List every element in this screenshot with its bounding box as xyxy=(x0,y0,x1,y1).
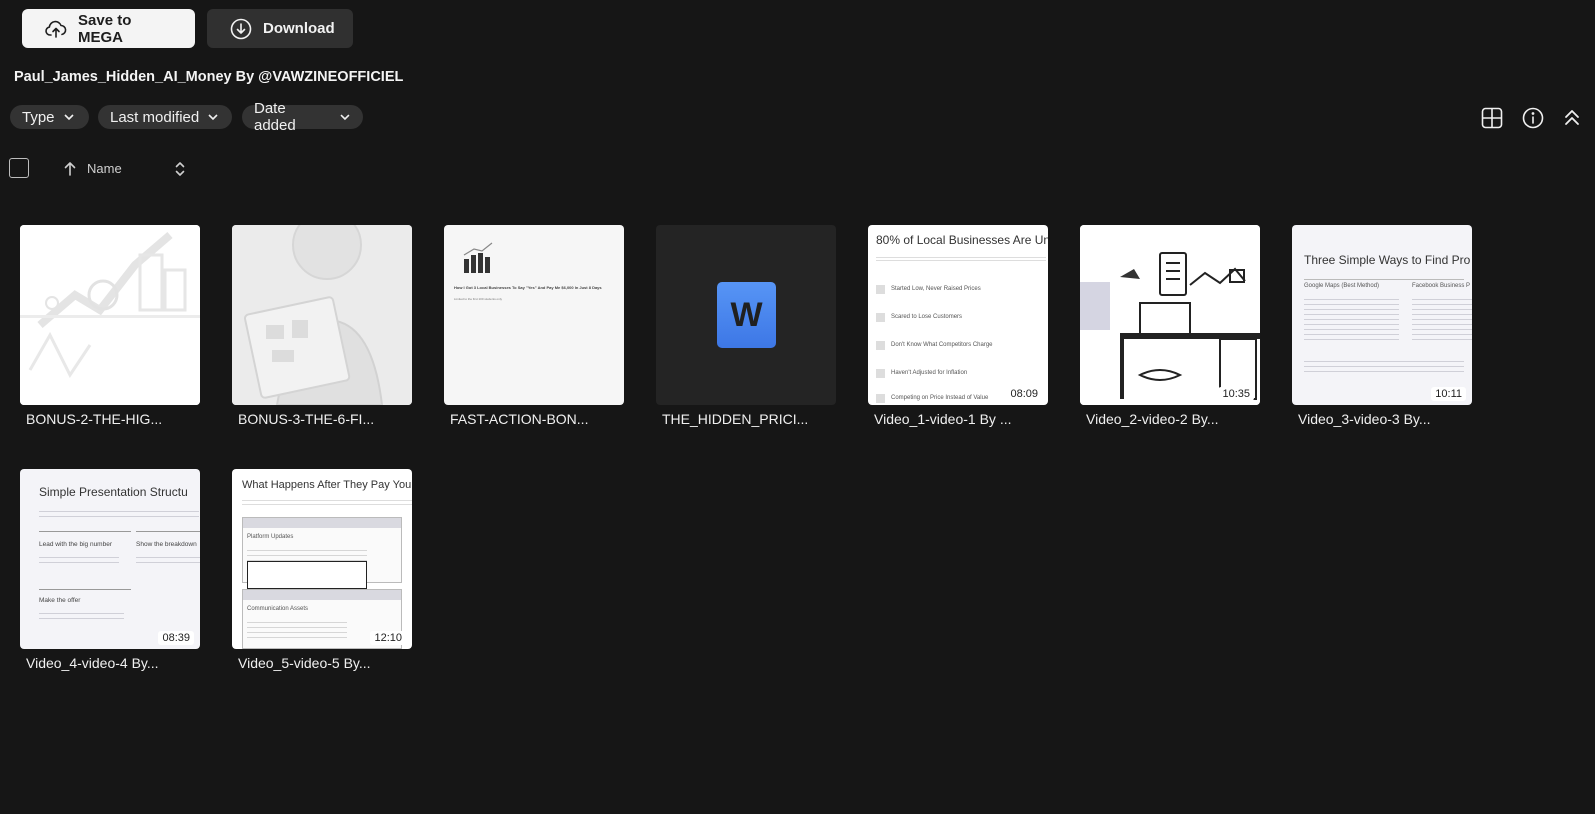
file-tile[interactable]: How I Got 3 Local Businesses To Say "Yes… xyxy=(444,225,624,435)
folder-title: Paul_James_Hidden_AI_Money By @VAWZINEOF… xyxy=(14,69,404,85)
bar-chart-logo-icon xyxy=(463,242,493,273)
thumb-heading: What Happens After They Pay You xyxy=(242,479,412,491)
chevron-down-icon xyxy=(340,114,350,121)
video-duration: 12:10 xyxy=(370,631,406,645)
file-name: BONUS-3-THE-6-FI... xyxy=(238,411,375,427)
thumb-item: Started Low, Never Raised Prices xyxy=(891,286,981,292)
thumb-item: Facebook Business P xyxy=(1412,283,1471,289)
collapse-button[interactable] xyxy=(1560,106,1584,130)
thumb-item: Platform Updates xyxy=(247,534,294,540)
word-icon-letter: W xyxy=(730,295,763,334)
thumb-item: Google Maps (Best Method) xyxy=(1304,283,1380,289)
word-document-icon: W xyxy=(717,282,776,348)
file-name: Video_3-video-3 By... xyxy=(1298,411,1431,427)
save-to-mega-button[interactable]: Save to MEGA xyxy=(22,9,195,48)
file-name: Video_4-video-4 By... xyxy=(26,655,159,671)
last-modified-filter[interactable]: Last modified xyxy=(98,105,232,129)
file-tile[interactable]: W THE_HIDDEN_PRICI... xyxy=(656,225,836,435)
video-thumbnail: Three Simple Ways to Find Pro Google Map… xyxy=(1292,225,1472,405)
video-thumbnail: Simple Presentation Structu Lead with th… xyxy=(20,469,200,649)
info-button[interactable] xyxy=(1521,106,1545,130)
arrow-up-icon xyxy=(64,162,76,176)
thumb-item: Show the breakdown xyxy=(136,541,197,548)
thumb-heading: Three Simple Ways to Find Pro xyxy=(1304,253,1471,267)
grid-view-button[interactable] xyxy=(1480,106,1504,130)
desk-workspace-illustration xyxy=(1080,225,1260,405)
file-thumbnail: W xyxy=(656,225,836,405)
thumb-item: Don't Know What Competitors Charge xyxy=(891,342,993,348)
file-thumbnail xyxy=(232,225,412,405)
video-thumbnail: 80% of Local Businesses Are Un Started L… xyxy=(868,225,1048,405)
save-button-label: Save to MEGA xyxy=(78,11,132,46)
grid-view-icon xyxy=(1481,107,1503,129)
annotation-box xyxy=(247,561,367,589)
file-tile[interactable]: BONUS-3-THE-6-FI... xyxy=(232,225,412,435)
chevron-down-icon xyxy=(208,114,218,121)
thumb-subtext: Limited to the first 100 students only xyxy=(454,297,503,301)
date-added-filter-label: Date added xyxy=(254,100,296,134)
video-tile[interactable]: Three Simple Ways to Find Pro Google Map… xyxy=(1292,225,1472,435)
select-all-checkbox[interactable] xyxy=(9,158,29,178)
video-duration: 10:11 xyxy=(1431,387,1466,401)
download-circle-icon xyxy=(230,18,252,39)
video-tile[interactable]: What Happens After They Pay You Platform… xyxy=(232,469,412,679)
bonus-illustration xyxy=(20,225,200,405)
video-tile[interactable]: Simple Presentation Structu Lead with th… xyxy=(20,469,200,679)
video-tile[interactable]: 10:35 Video_2-video-2 By... xyxy=(1080,225,1260,435)
type-filter-label: Type xyxy=(22,108,55,126)
thumb-item: Scared to Lose Customers xyxy=(891,314,963,320)
file-tile[interactable]: BONUS-2-THE-HIG... xyxy=(20,225,200,435)
thumb-item: Lead with the big number xyxy=(39,541,112,548)
thumb-item: Make the offer xyxy=(39,597,81,604)
download-button[interactable]: Download xyxy=(207,9,353,48)
thumb-checklist: Started Low, Never Raised Prices Scared … xyxy=(876,275,993,405)
upload-cloud-icon xyxy=(45,20,67,38)
video-tile[interactable]: 80% of Local Businesses Are Un Started L… xyxy=(868,225,1048,435)
info-icon xyxy=(1522,107,1544,129)
thumb-item: Competing on Price Instead of Value xyxy=(891,395,989,401)
person-reading-illustration xyxy=(232,225,412,405)
thumb-heading: Simple Presentation Structu xyxy=(39,485,188,499)
file-name: BONUS-2-THE-HIG... xyxy=(26,411,163,427)
file-name: Video_2-video-2 By... xyxy=(1086,411,1219,427)
download-button-label: Download xyxy=(263,20,335,37)
thumb-item: Communication Assets xyxy=(247,606,309,612)
thumb-heading: 80% of Local Businesses Are Un xyxy=(876,233,1048,247)
collapse-icon xyxy=(1565,110,1579,125)
file-thumbnail: How I Got 3 Local Businesses To Say "Yes… xyxy=(444,225,624,405)
file-name: FAST-ACTION-BON... xyxy=(450,411,589,427)
video-duration: 08:39 xyxy=(158,631,194,645)
type-filter[interactable]: Type xyxy=(10,105,89,129)
last-modified-filter-label: Last modified xyxy=(110,108,200,126)
chevron-down-icon xyxy=(63,114,74,121)
sort-by-name[interactable]: Name xyxy=(87,161,122,176)
thumb-heading: How I Got 3 Local Businesses To Say "Yes… xyxy=(454,285,602,290)
video-duration: 08:09 xyxy=(1006,387,1042,401)
video-thumbnail: What Happens After They Pay You Platform… xyxy=(232,469,412,649)
file-name: THE_HIDDEN_PRICI... xyxy=(662,411,809,427)
sort-toggle-icon[interactable] xyxy=(173,160,187,178)
file-name: Video_1-video-1 By ... xyxy=(874,411,1012,427)
video-thumbnail: 10:35 xyxy=(1080,225,1260,405)
file-name: Video_5-video-5 By... xyxy=(238,655,371,671)
thumb-item: Haven't Adjusted for Inflation xyxy=(891,370,968,376)
video-duration: 10:35 xyxy=(1218,387,1254,401)
file-thumbnail xyxy=(20,225,200,405)
date-added-filter[interactable]: Date added xyxy=(242,100,363,134)
